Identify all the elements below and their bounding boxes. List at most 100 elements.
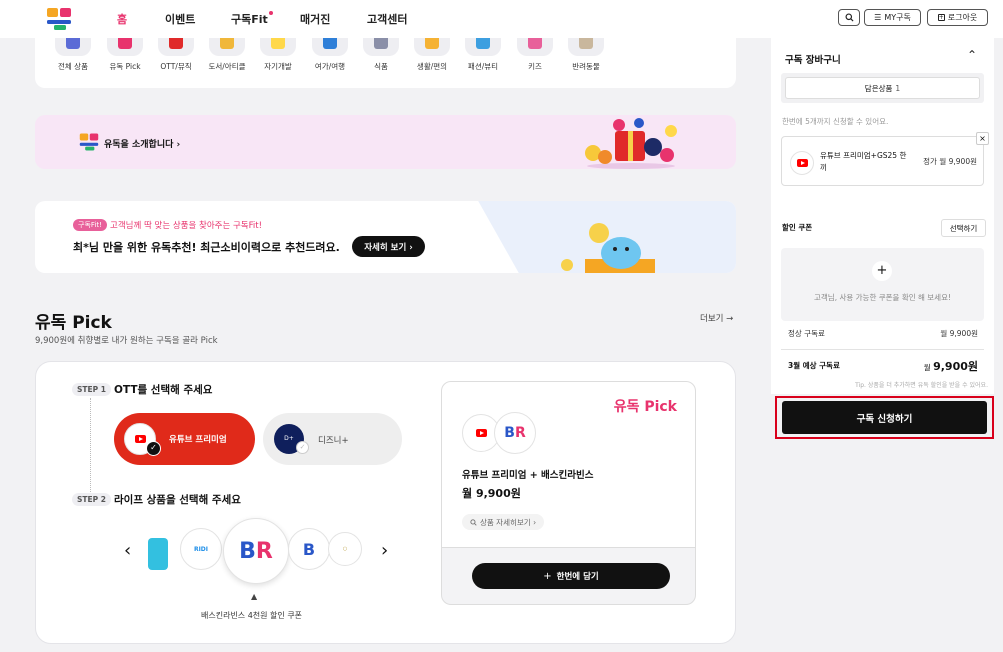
category-icon [158,38,194,56]
ridi-logo: RIDI [193,545,209,553]
logout-label: 로그아웃 [947,13,978,22]
subscribe-button[interactable]: 구독 신청하기 [782,401,987,434]
subscribe-label: 구독 신청하기 [856,413,913,425]
fit-detail-button[interactable]: 자세히 보기 › [352,236,425,257]
tab-added-items[interactable]: 담은상품 1 [785,77,980,99]
category-label: 유독 Pick [109,62,141,71]
category-icon [414,38,450,56]
coupon-empty-box[interactable]: + 고객님, 사용 가능한 쿠폰을 확인 해 보세요! [781,248,984,321]
category-4[interactable]: 자기개발 [252,38,304,72]
expected-fee-prefix: 월 [923,363,931,372]
category-icon-shape [476,38,490,49]
cart-item-price: 정가 월 9,900원 [923,157,977,166]
category-label: 도서/아티클 [208,62,246,71]
nav-support[interactable]: 고객센터 [367,11,407,27]
nav-fit-label: 구독Fit [231,13,268,26]
category-label: 생활/편의 [416,62,448,71]
category-label: OTT/뮤직 [160,62,192,71]
carousel-item-baskin-selected[interactable]: BR [223,518,289,584]
category-icon-shape [118,38,132,49]
summary-baskin-logo: BR [494,412,536,454]
carousel-item-other[interactable]: ○ [328,532,362,566]
cart-tip: Tip. 상품을 더 추가하면 유독 할인을 받을 수 있어요. [855,382,988,389]
product-detail-chip[interactable]: 상품 자세히보기 › [462,514,545,530]
category-8[interactable]: 패션/뷰티 [457,38,509,72]
divider [781,349,984,350]
cart-youtube-icon [796,159,808,167]
more-link[interactable]: 더보기 → [700,312,733,324]
ott-option-disney[interactable]: D+ ✓ 디즈니+ [263,413,402,465]
category-icon [260,38,296,56]
category-1[interactable]: 유독 Pick [99,38,151,72]
summary-br-text: BR [504,425,526,441]
nav-home[interactable]: 홈 [117,11,127,27]
add-all-label: 한번에 담기 [556,572,599,582]
check-icon: ✓ [146,441,161,456]
fit-line2: 최*님 만을 위한 유독추천! 최근소비이력으로 추천드려요. [73,241,340,254]
carousel-item-bakery[interactable]: B [288,528,330,570]
top-header: 홈 이벤트 구독Fit 매거진 고객센터 ☰ MY구독 + 로그아웃 [0,0,1003,38]
fit-banner[interactable]: 구독Fit! 고객님께 딱 맞는 상품을 찾아주는 구독Fit! 최*님 만을 … [35,201,736,273]
pick-section-subtitle: 9,900원에 취향별로 내가 원하는 구독을 골라 Pick [35,336,218,346]
expected-fee-value: 월 9,900원 [924,358,978,374]
coupon-select-button[interactable]: 선택하기 [941,219,986,237]
category-7[interactable]: 생활/편의 [406,38,458,72]
category-10[interactable]: 반려동물 [560,38,612,72]
nav-event[interactable]: 이벤트 [165,11,195,27]
yudok-logo[interactable] [46,7,72,31]
expected-fee-amount: 9,900원 [933,360,978,373]
category-label: 반려동물 [572,62,600,71]
carousel-item-ridi[interactable]: RIDI [180,528,222,570]
plus-icon: + [543,570,552,582]
summary-youtube-icon [475,429,487,437]
cart-item: 유튜브 프리미엄+GS25 한끼 정가 월 9,900원 [781,136,984,186]
nav-magazine[interactable]: 매거진 [300,11,330,27]
nav-fit[interactable]: 구독Fit [231,11,273,27]
intro-banner-text: 유독을 소개합니다 › [104,140,181,150]
expected-fee-label: 3월 예상 구독료 [788,361,840,370]
category-3[interactable]: 도서/아티클 [201,38,253,72]
category-icon-shape [169,38,183,49]
category-icon-shape [528,38,542,49]
coupon-empty-text: 고객님, 사용 가능한 쿠폰을 확인 해 보세요! [814,293,951,302]
step2-title: 라이프 상품을 선택해 주세요 [114,494,241,506]
step1-tag: STEP 1 [72,383,111,396]
category-icon [363,38,399,56]
add-all-button[interactable]: + 한번에 담기 [472,563,670,589]
logout-button[interactable]: + 로그아웃 [927,9,988,26]
chevron-up-icon[interactable]: ⌃ [967,48,977,62]
carousel-item-gs25[interactable] [148,538,168,570]
category-label: 키즈 [528,62,542,71]
category-icon-shape [579,38,593,49]
category-label: 자기개발 [264,62,292,71]
ott-option-youtube[interactable]: ✓ 유튜브 프리미엄 [114,413,255,465]
category-5[interactable]: 여가/여행 [304,38,356,72]
category-icon [312,38,348,56]
pick-summary-box: 유독 Pick BR 유튜브 프리미엄 + 배스킨라빈스 월 9,900원 상품… [441,381,696,548]
search-icon-small [470,518,477,526]
category-icon [568,38,604,56]
category-2[interactable]: OTT/뮤직 [150,38,202,72]
category-icon-shape [220,38,234,49]
category-icon-shape [271,38,285,49]
category-label: 식품 [374,62,388,71]
category-0[interactable]: 전체 상품 [47,38,99,72]
mascot-illustration [561,223,655,273]
intro-banner[interactable]: 유독을 소개합니다 › [35,115,736,169]
category-icon [517,38,553,56]
search-button[interactable] [838,9,860,26]
carousel-prev-button[interactable]: ‹ [124,540,131,561]
step1-title: OTT를 선택해 주세요 [114,384,213,396]
ott-option-youtube-label: 유튜브 프리미엄 [169,435,227,445]
caret-up-icon: ▲ [251,592,258,601]
cart-tab-bar: 담은상품 1 [781,73,984,103]
category-icon-shape [66,38,80,49]
category-6[interactable]: 식품 [355,38,407,72]
tab-added-label: 담은상품 [864,83,893,93]
my-subscription-button[interactable]: ☰ MY구독 [864,9,921,26]
category-9[interactable]: 키즈 [509,38,561,72]
remove-item-icon[interactable]: × [976,132,989,145]
new-dot [268,11,273,15]
carousel-next-button[interactable]: › [381,540,388,561]
regular-fee-label: 정상 구독료 [788,329,825,338]
